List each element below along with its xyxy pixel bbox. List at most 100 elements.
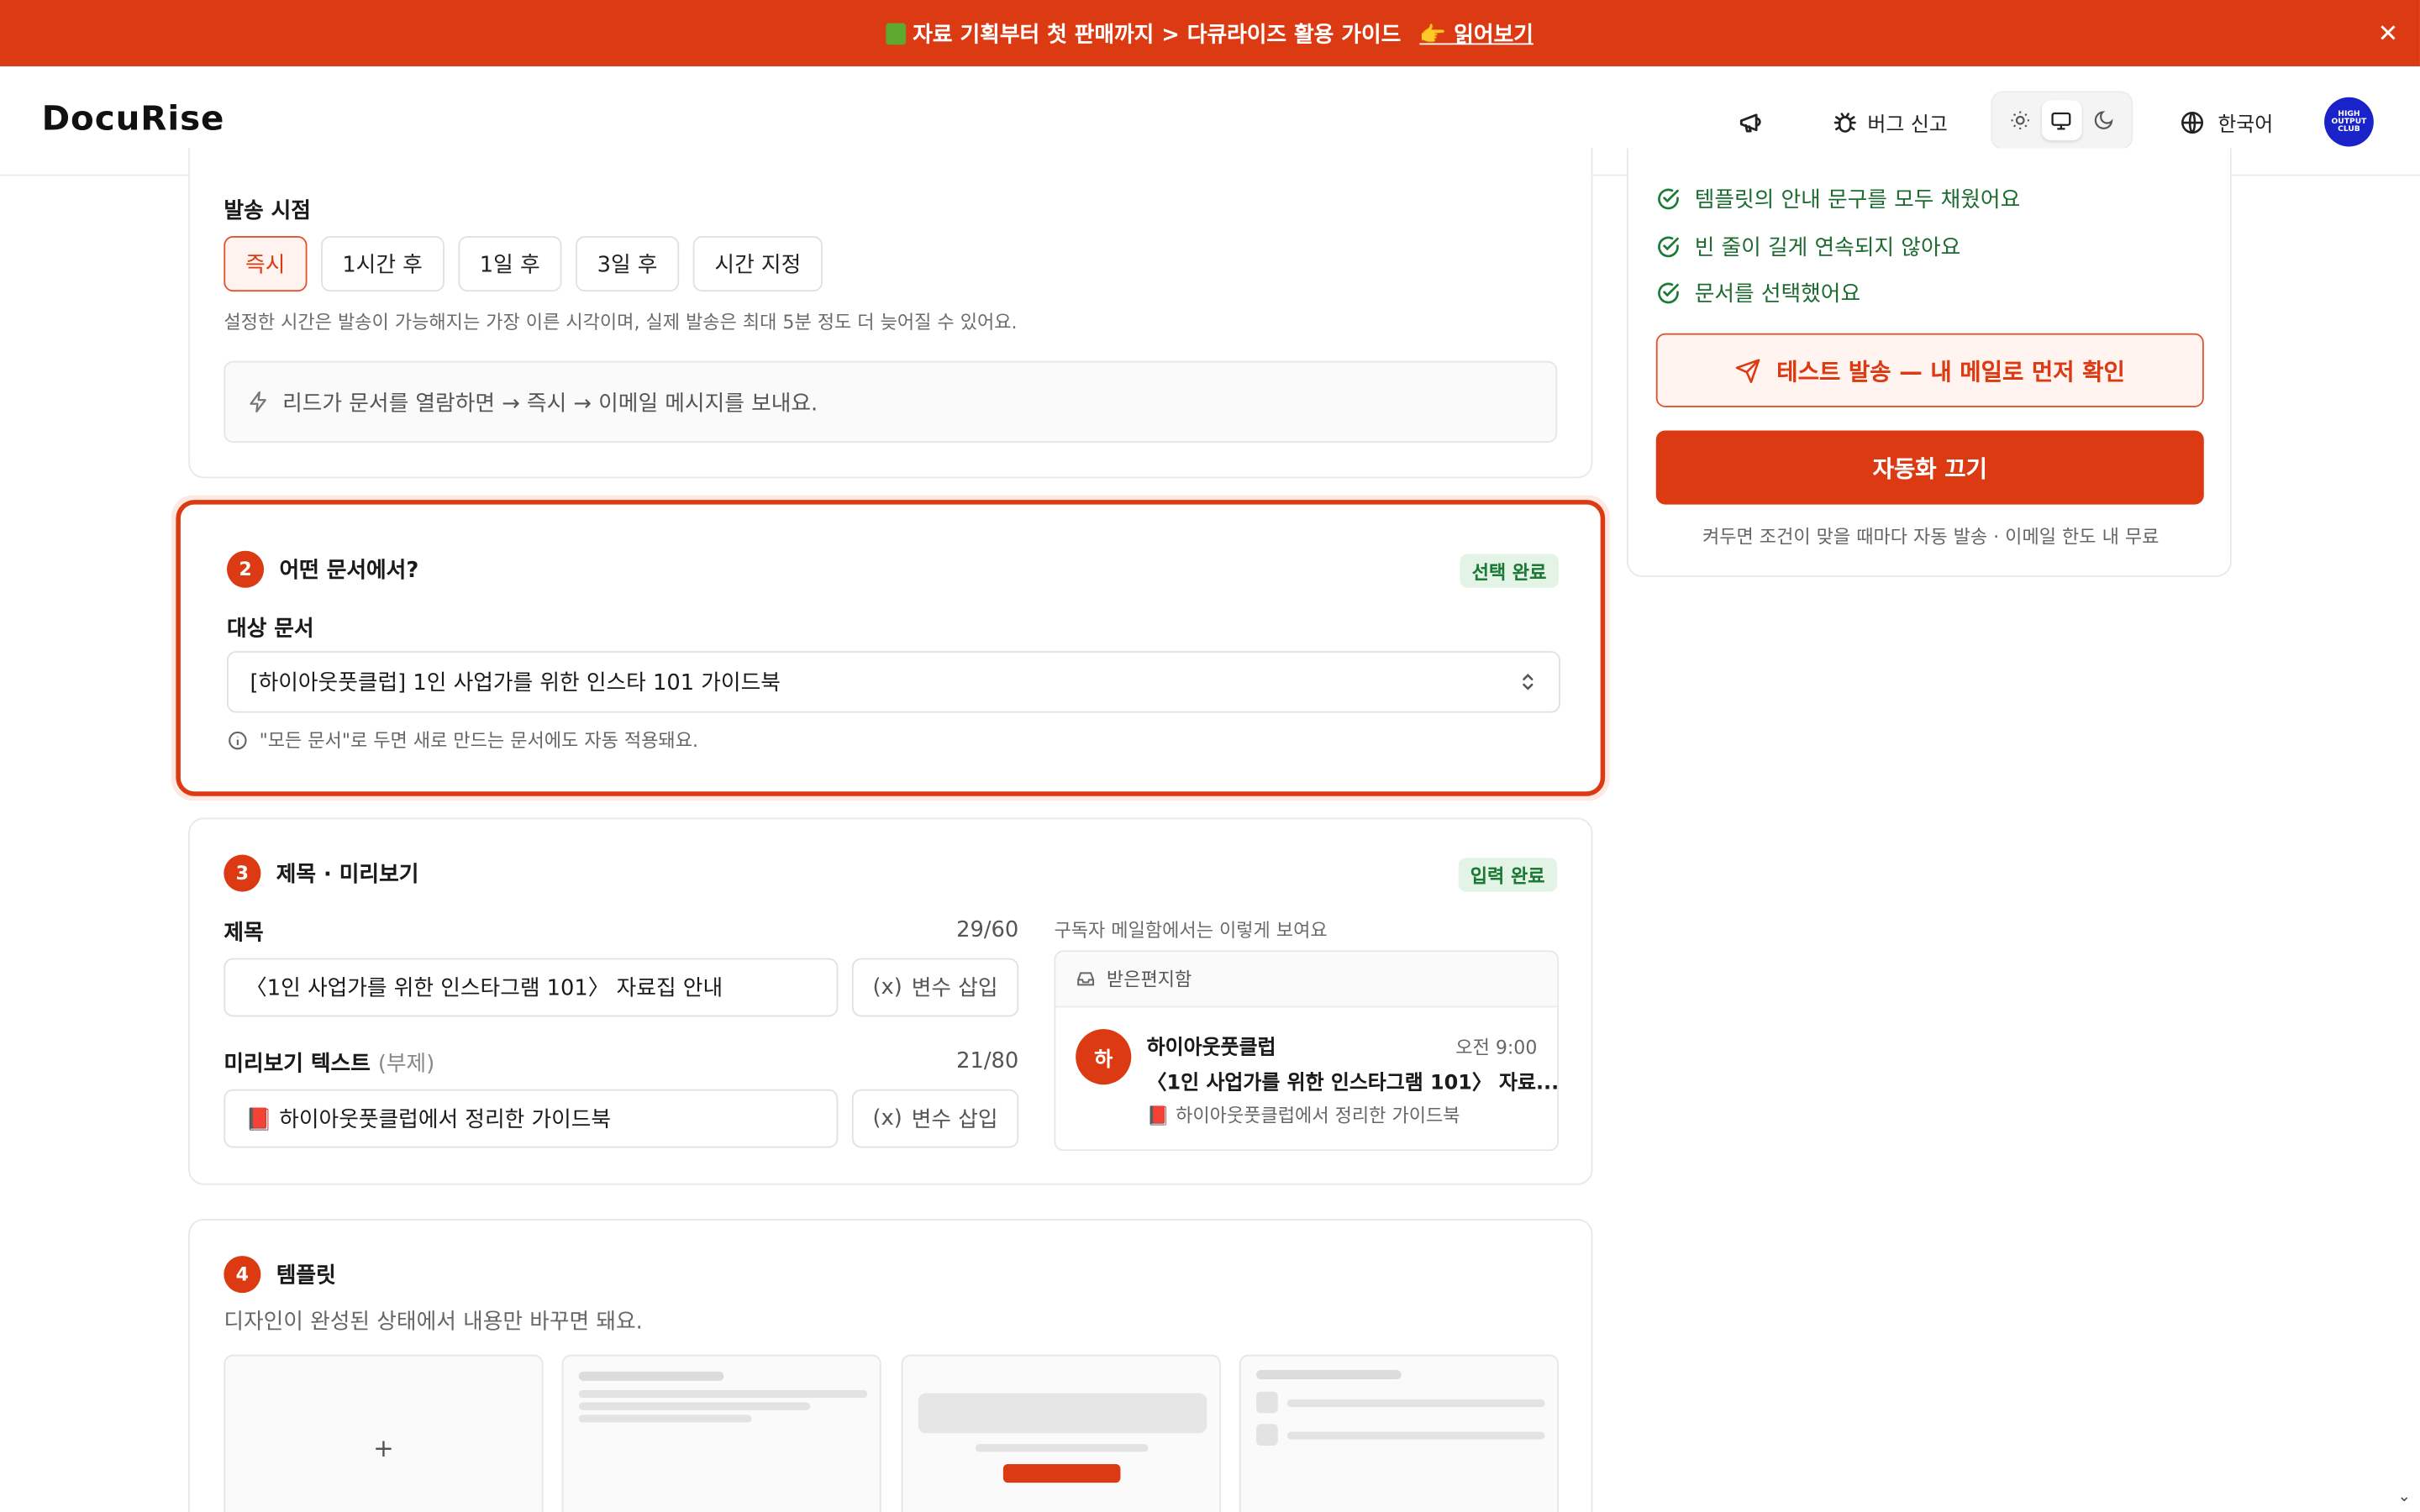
checklist-item: 템플릿의 안내 문구를 모두 채웠어요 (1656, 184, 2020, 215)
variable-icon: (x) (872, 974, 902, 1000)
preview-text-label: 미리보기 텍스트 (부제) (224, 1047, 434, 1079)
checklist-item: 빈 줄이 길게 연속되지 않아요 (1656, 232, 1961, 263)
insert-variable-label: 변수 삽입 (911, 1107, 998, 1133)
checklist-item-text: 문서를 선택했어요 (1694, 282, 1861, 307)
subject-label: 제목 (224, 921, 264, 946)
section-title-text: 템플릿 (276, 1263, 336, 1289)
subject-section-title: 3 제목 · 미리보기 (224, 854, 419, 892)
dark-theme-button[interactable] (2084, 100, 2124, 140)
target-document-label: 대상 문서 (226, 617, 314, 643)
document-card: 2 어떤 문서에서? 선택 완료 대상 문서 [하이아웃풋클럽] 1인 사업가를… (176, 500, 1606, 796)
sender-avatar: 하 (1076, 1029, 1132, 1085)
step-number: 4 (224, 1256, 261, 1294)
insert-variable-label: 변수 삽입 (911, 976, 998, 1002)
theme-switcher (1991, 91, 2133, 150)
banner-link[interactable]: 👉 읽어보기 (1419, 18, 1534, 49)
send-timing-card: 발송 시점 즉시 1시간 후 1일 후 3일 후 시간 지정 설정한 시간은 발… (188, 148, 1593, 479)
banner-text: 자료 기획부터 첫 판매까지 > 다큐라이즈 활용 가이드 (913, 22, 1402, 48)
avatar[interactable]: HIGH OUTPUT CLUB (2324, 97, 2374, 147)
megaphone-icon (1739, 113, 1761, 133)
template-section-title: 4 템플릿 (224, 1256, 336, 1294)
check-circle-icon (1658, 282, 1679, 304)
checklist-item-text: 빈 줄이 길게 연속되지 않아요 (1694, 236, 1961, 261)
timing-option-1d[interactable]: 1일 후 (458, 236, 562, 292)
status-badge: 선택 완료 (1459, 554, 1560, 588)
logo[interactable]: DocuRise (42, 100, 225, 139)
test-send-button[interactable]: 테스트 발송 — 내 메일로 먼저 확인 (1655, 333, 2204, 407)
template-add-blank[interactable]: + (224, 1354, 544, 1512)
section-title-text: 제목 · 미리보기 (276, 862, 419, 888)
timing-option-1h[interactable]: 1시간 후 (320, 236, 445, 292)
monitor-icon (2052, 111, 2072, 129)
system-theme-button[interactable] (2041, 100, 2082, 141)
bug-report-label: 버그 신고 (1867, 113, 1948, 137)
info-icon (229, 730, 247, 749)
close-icon[interactable]: ✕ (2378, 18, 2399, 48)
sun-icon (2010, 111, 2029, 129)
inbox-title: 받은편지함 (1106, 969, 1192, 991)
subject-counter: 29/60 (956, 917, 1019, 943)
preview-text-label-sub: (부제) (377, 1052, 435, 1078)
template-option-list[interactable] (1239, 1354, 1560, 1512)
checklist-panel: 템플릿의 안내 문구를 모두 채웠어요 빈 줄이 길게 연속되지 않아요 문서를… (1626, 148, 2232, 577)
preview-text-input[interactable]: 📕 하이아웃풋클럽에서 정리한 가이드북 (224, 1089, 839, 1148)
moon-icon (2095, 111, 2114, 129)
turn-off-automation-button[interactable]: 자동화 끄기 (1655, 430, 2204, 505)
checklist-item: 문서를 선택했어요 (1656, 278, 1860, 309)
template-card: 4 템플릿 디자인이 완성된 상태에서 내용만 바꾸면 돼요. + (188, 1218, 1593, 1512)
inbox-header: 받은편지함 (1055, 952, 1558, 1008)
subject-preview-card: 3 제목 · 미리보기 입력 완료 제목 29/60 〈1인 사업가를 위한 인… (188, 817, 1593, 1185)
timing-option-custom[interactable]: 시간 지정 (692, 236, 823, 292)
language-selector[interactable]: 한국어 (2179, 100, 2273, 143)
timing-options: 즉시 1시간 후 1일 후 3일 후 시간 지정 (224, 236, 823, 292)
template-option-cta[interactable] (901, 1354, 1221, 1512)
selected-document: [하이아웃풋클럽] 1인 사업가를 위한 인스타 101 가이드북 (250, 670, 781, 696)
globe-icon (2181, 111, 2204, 134)
document-section-highlight: 2 어떤 문서에서? 선택 완료 대상 문서 [하이아웃풋클럽] 1인 사업가를… (171, 495, 1610, 801)
mail-time: 오전 9:00 (1455, 1037, 1538, 1058)
sender-name: 하이아웃풋클럽 (1146, 1037, 1276, 1060)
checklist-item-text: 템플릿의 안내 문구를 모두 채웠어요 (1694, 188, 2021, 213)
variable-icon: (x) (872, 1105, 902, 1131)
timing-option-immediate[interactable]: 즉시 (224, 236, 308, 292)
bug-icon (1833, 112, 1856, 132)
check-circle-icon (1658, 236, 1679, 258)
send-icon (1735, 358, 1760, 383)
preview-text-label-main: 미리보기 텍스트 (224, 1052, 371, 1078)
section-title-text: 어떤 문서에서? (279, 558, 419, 584)
inbox-icon (1077, 972, 1095, 986)
insert-variable-button[interactable]: (x) 변수 삽입 (851, 1089, 1019, 1148)
inbox-caption: 구독자 메일함에서는 이렇게 보여요 (1054, 919, 1328, 942)
template-description: 디자인이 완성된 상태에서 내용만 바꾸면 돼요. (224, 1310, 643, 1335)
document-hint: "모든 문서"로 두면 새로 만드는 문서에도 자동 적용돼요. (227, 727, 698, 753)
language-label: 한국어 (2217, 113, 2274, 137)
book-icon (886, 22, 907, 45)
light-theme-button[interactable] (2000, 100, 2040, 140)
plus-icon: + (373, 1432, 394, 1462)
scroll-down-icon[interactable]: ⌄ (2398, 1488, 2411, 1505)
announcement-banner: 자료 기획부터 첫 판매까지 > 다큐라이즈 활용 가이드 👉 읽어보기 ✕ (0, 0, 2420, 66)
preview-counter: 21/80 (956, 1048, 1019, 1074)
mail-subject: 〈1인 사업가를 위한 인스타그램 101〉 자료... (1146, 1072, 1560, 1096)
timing-note: 설정한 시간은 발송이 가능해지는 가장 이른 시각이며, 실제 발송은 최대 … (224, 312, 1018, 333)
lightning-icon (250, 391, 266, 413)
send-timing-label: 발송 시점 (224, 198, 311, 224)
test-send-label: 테스트 발송 — 내 메일로 먼저 확인 (1776, 357, 2125, 386)
insert-variable-button[interactable]: (x) 변수 삽입 (851, 958, 1019, 1017)
document-section-title: 2 어떤 문서에서? (226, 550, 419, 588)
mail-preview: 📕 하이아웃풋클럽에서 정리한 가이드북 (1146, 1105, 1460, 1126)
inbox-preview: 받은편지함 하 하이아웃풋클럽 오전 9:00 〈1인 사업가를 위한 인스타그… (1054, 950, 1560, 1152)
chevron-updown-icon (1523, 673, 1534, 690)
flow-summary: 리드가 문서를 열람하면 → 즉시 → 이메일 메시지를 보내요. (224, 360, 1558, 444)
subject-input[interactable]: 〈1인 사업가를 위한 인스타그램 101〉 자료집 안내 (224, 958, 839, 1017)
bug-report-button[interactable]: 버그 신고 (1832, 100, 1948, 143)
template-option-text[interactable] (561, 1354, 881, 1512)
document-hint-text: "모든 문서"로 두면 새로 만드는 문서에도 자동 적용돼요. (259, 729, 698, 752)
announcements-button[interactable] (1738, 100, 1771, 143)
status-badge: 입력 완료 (1458, 858, 1558, 892)
step-number: 3 (224, 854, 261, 892)
timing-option-3d[interactable]: 3일 후 (575, 236, 680, 292)
document-select[interactable]: [하이아웃풋클럽] 1인 사업가를 위한 인스타 101 가이드북 (226, 651, 1560, 713)
subject-value: 〈1인 사업가를 위한 인스타그램 101〉 자료집 안내 (245, 976, 723, 1002)
automation-note: 켜두면 조건이 맞을 때마다 자동 발송 · 이메일 한도 내 무료 (1702, 526, 2160, 549)
